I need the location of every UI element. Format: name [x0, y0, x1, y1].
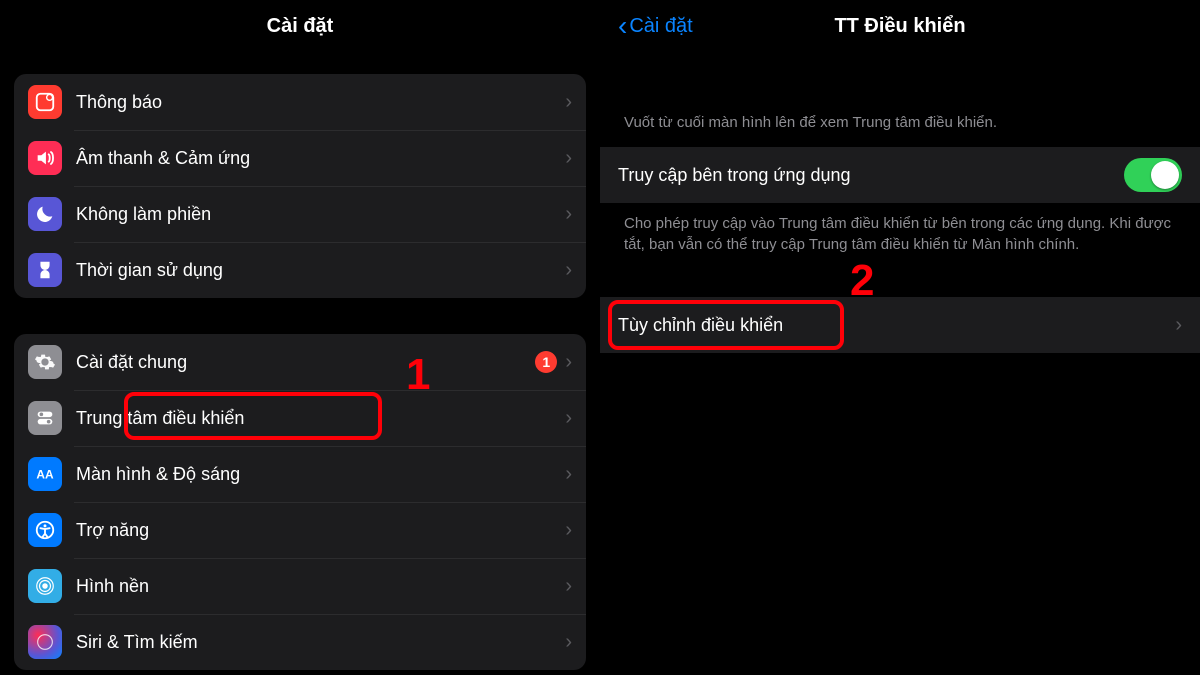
row-label: Không làm phiền	[76, 204, 557, 225]
display-icon: AA	[28, 457, 62, 491]
chevron-right-icon: ›	[1175, 314, 1182, 337]
row-notifications[interactable]: Thông báo ›	[14, 74, 586, 130]
row-label: Cài đặt chung	[76, 352, 527, 373]
row-label: Trợ năng	[76, 520, 557, 541]
control-center-screen: ‹ Cài đặt TT Điều khiển Vuốt từ cuối màn…	[600, 0, 1200, 675]
switch-knob	[1151, 161, 1179, 189]
chevron-left-icon: ‹	[618, 12, 627, 40]
chevron-right-icon: ›	[565, 147, 572, 170]
row-label: Thông báo	[76, 92, 557, 113]
chevron-right-icon: ›	[565, 631, 572, 654]
row-wallpaper[interactable]: Hình nền ›	[14, 558, 586, 614]
row-customize-controls[interactable]: Tùy chỉnh điều khiển ›	[600, 297, 1200, 353]
row-label: Trung tâm điều khiển	[76, 408, 557, 429]
chevron-right-icon: ›	[565, 463, 572, 486]
row-label: Tùy chỉnh điều khiển	[618, 315, 1167, 336]
chevron-right-icon: ›	[565, 407, 572, 430]
general-icon	[28, 345, 62, 379]
settings-group-1: Thông báo › Âm thanh & Cảm ứng › Không l…	[14, 74, 586, 298]
row-siri[interactable]: Siri & Tìm kiếm ›	[14, 614, 586, 670]
row-screentime[interactable]: Thời gian sử dụng ›	[14, 242, 586, 298]
siri-icon	[28, 625, 62, 659]
row-access-in-apps[interactable]: Truy cập bên trong ứng dụng	[600, 147, 1200, 203]
row-label: Màn hình & Độ sáng	[76, 464, 557, 485]
sounds-icon	[28, 141, 62, 175]
page-title: Cài đặt	[267, 15, 334, 38]
row-sounds[interactable]: Âm thanh & Cảm ứng ›	[14, 130, 586, 186]
wallpaper-icon	[28, 569, 62, 603]
accessibility-icon	[28, 513, 62, 547]
toggle-switch[interactable]	[1124, 158, 1182, 192]
row-accessibility[interactable]: Trợ năng ›	[14, 502, 586, 558]
row-display[interactable]: AA Màn hình & Độ sáng ›	[14, 446, 586, 502]
row-label: Thời gian sử dụng	[76, 260, 557, 281]
settings-screen: Cài đặt Thông báo › Âm thanh & Cảm ứng ›	[0, 0, 600, 675]
navbar-right: ‹ Cài đặt TT Điều khiển	[600, 0, 1200, 52]
row-control-center[interactable]: Trung tâm điều khiển ›	[14, 390, 586, 446]
row-label: Siri & Tìm kiếm	[76, 632, 557, 653]
chevron-right-icon: ›	[565, 575, 572, 598]
chevron-right-icon: ›	[565, 259, 572, 282]
chevron-right-icon: ›	[565, 519, 572, 542]
back-button[interactable]: ‹ Cài đặt	[618, 12, 693, 40]
row-label: Âm thanh & Cảm ứng	[76, 148, 557, 169]
row-general[interactable]: Cài đặt chung 1 ›	[14, 334, 586, 390]
chevron-right-icon: ›	[565, 351, 572, 374]
row-label: Truy cập bên trong ứng dụng	[618, 165, 1124, 186]
chevron-right-icon: ›	[565, 91, 572, 114]
notifications-icon	[28, 85, 62, 119]
settings-group-2: Cài đặt chung 1 › Trung tâm điều khiển ›…	[14, 334, 586, 670]
page-title: TT Điều khiển	[834, 15, 965, 38]
hint-bottom: Cho phép truy cập vào Trung tâm điều khi…	[600, 203, 1200, 255]
hint-top: Vuốt từ cuối màn hình lên để xem Trung t…	[600, 52, 1200, 147]
row-label: Hình nền	[76, 576, 557, 597]
back-label: Cài đặt	[629, 15, 692, 38]
control-center-icon	[28, 401, 62, 435]
row-dnd[interactable]: Không làm phiền ›	[14, 186, 586, 242]
screentime-icon	[28, 253, 62, 287]
dnd-icon	[28, 197, 62, 231]
badge: 1	[535, 351, 557, 373]
navbar-left: Cài đặt	[0, 0, 600, 52]
chevron-right-icon: ›	[565, 203, 572, 226]
svg-text:AA: AA	[36, 468, 54, 482]
stage: Cài đặt Thông báo › Âm thanh & Cảm ứng ›	[0, 0, 1200, 675]
